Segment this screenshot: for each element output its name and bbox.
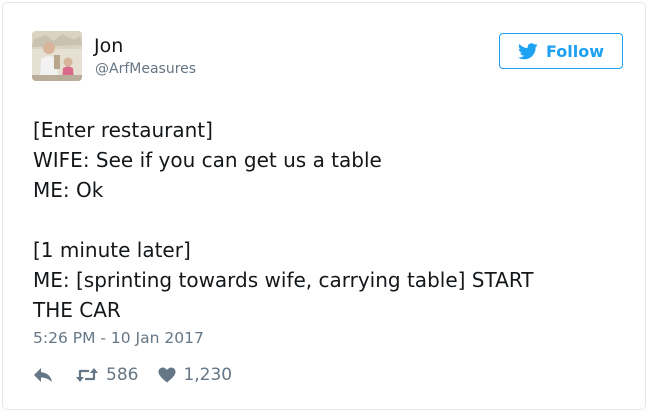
tweet-line: [1 minute later] xyxy=(33,238,191,262)
tweet-text: [Enter restaurant] WIFE: See if you can … xyxy=(33,115,623,325)
retweet-count: 586 xyxy=(106,365,139,385)
follow-button[interactable]: Follow xyxy=(499,33,623,69)
like-button[interactable]: 1,230 xyxy=(158,365,232,385)
retweet-button[interactable]: 586 xyxy=(75,365,138,385)
tweet-line: ME: [sprinting towards wife, carrying ta… xyxy=(33,268,534,292)
tweet-line: [Enter restaurant] xyxy=(33,118,213,142)
user-handle[interactable]: @ArfMeasures xyxy=(95,62,196,76)
twitter-bird-icon xyxy=(517,42,538,59)
user-name[interactable]: Jon xyxy=(94,37,123,56)
tweet-line: WIFE: See if you can get us a table xyxy=(33,148,382,172)
action-bar: 586 1,230 xyxy=(33,365,232,385)
tweet-line: THE CAR xyxy=(33,298,121,322)
like-count: 1,230 xyxy=(183,365,233,385)
avatar[interactable] xyxy=(32,31,82,81)
timestamp[interactable]: 5:26 PM - 10 Jan 2017 xyxy=(33,330,204,347)
reply-icon xyxy=(34,368,52,382)
follow-button-label: Follow xyxy=(545,41,604,61)
tweet-card: Jon @ArfMeasures Follow [Enter restauran… xyxy=(2,2,646,410)
tweet-line: ME: Ok xyxy=(33,178,104,202)
retweet-icon xyxy=(76,368,98,382)
reply-button[interactable] xyxy=(33,367,53,383)
heart-icon xyxy=(158,367,176,383)
